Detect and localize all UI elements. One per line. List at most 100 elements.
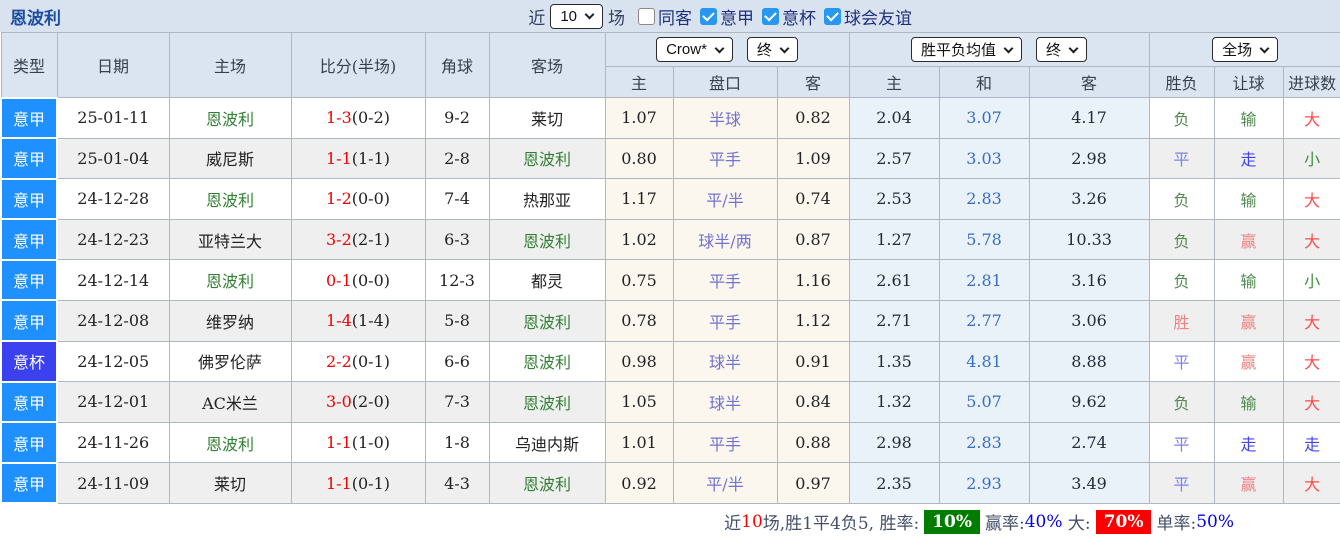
table-row: 意杯 24-12-05 佛罗伦萨 2-2(0-1) 6-6 恩波利 0.98 球半 0.91 1.… (0, 340, 1340, 383)
home-team-cell: 恩波利 (168, 259, 292, 301)
avg-time-select[interactable]: 终 (1036, 37, 1088, 62)
score-halftime: (0-0) (351, 189, 390, 209)
score-halftime: (0-2) (351, 108, 390, 128)
home-team-cell: 恩波利 (168, 421, 292, 464)
matches-label: 场 (608, 8, 625, 29)
checkbox-serie-a[interactable] (700, 7, 717, 25)
avg-source-select[interactable]: 胜平负均值 (911, 37, 1023, 62)
type-cell: 意甲 (0, 218, 58, 261)
result-cell: 平 (1148, 421, 1215, 464)
scope-value: 全场 (1222, 42, 1253, 59)
recent-label: 近 (528, 8, 546, 29)
handicap-result-cell: 赢 (1213, 462, 1284, 504)
summary-segment: 10 (741, 511, 763, 532)
score-halftime: (1-4) (351, 311, 390, 331)
result-cell: 负 (1148, 381, 1215, 423)
filter-controls: 近 10 场 同客 意甲 意杯 球会友谊 (523, 3, 912, 29)
handicap-cell: 平/半 (672, 178, 778, 220)
score-fulltime: 0-1 (325, 270, 352, 290)
odds-time-select[interactable]: 终 (746, 37, 798, 62)
summary-segment: 单率: (1156, 514, 1197, 535)
avg-home-cell: 1.27 (848, 218, 940, 261)
goals-cell: 大 (1282, 381, 1340, 423)
handicap-result-cell: 赢 (1213, 340, 1284, 383)
score-fulltime: 1-1 (325, 433, 352, 453)
summary-segment: 大: (1062, 514, 1091, 535)
subheader-handicap-result: 让球 (1213, 66, 1284, 98)
checkbox-coppa-italia[interactable] (762, 7, 779, 25)
chevron-down-icon (1003, 43, 1014, 53)
score-fulltime: 1-1 (325, 473, 352, 493)
subheader-goals: 进球数 (1282, 66, 1340, 98)
subheader-result: 胜负 (1148, 66, 1215, 98)
avg-home-cell: 1.32 (848, 381, 940, 423)
avg-draw-cell: 3.07 (938, 97, 1030, 139)
score-halftime: (2-1) (351, 230, 390, 250)
header-date: 日期 (56, 32, 170, 98)
odds-away-cell: 1.09 (776, 137, 850, 180)
table-body: 意甲 25-01-11 恩波利 1-3(0-2) 9-2 莱切 1.07 半球 0.82 2.04… (0, 96, 1340, 505)
checkbox-label-serie-a: 意甲 (720, 8, 754, 29)
avg-draw-cell: 2.83 (938, 178, 1030, 220)
odds-source-select[interactable]: Crow* (656, 37, 733, 62)
avg-away-cell: 2.98 (1028, 137, 1150, 180)
goals-cell: 大 (1282, 299, 1340, 342)
summary-bar: 近 10 场,胜1平4负5, 胜率: 10% 赢率: 40% 大: 70% 单率: 50% (0, 504, 1340, 539)
subheader-avg-away: 客 (1028, 66, 1150, 98)
handicap-result-cell: 输 (1213, 381, 1284, 423)
chevron-down-icon (779, 43, 790, 53)
corners-cell: 1-8 (424, 421, 490, 464)
score-fulltime: 2-2 (325, 351, 352, 371)
type-cell: 意甲 (0, 258, 58, 302)
avg-draw-cell: 5.07 (938, 381, 1030, 423)
odds-away-cell: 0.84 (776, 381, 850, 423)
checkbox-same-venue[interactable] (638, 7, 655, 25)
chevron-down-icon (714, 43, 725, 53)
goals-cell: 大 (1282, 97, 1340, 139)
recent-count-select[interactable]: 10 (550, 3, 603, 29)
date-cell: 24-12-14 (56, 259, 170, 301)
date-cell: 24-12-23 (56, 218, 170, 261)
summary-segment: 赢率: (984, 514, 1025, 535)
handicap-result-cell: 赢 (1213, 299, 1284, 342)
score-cell: 3-2(2-1) (290, 218, 426, 261)
odds-home-cell: 0.92 (604, 462, 674, 504)
odds-away-cell: 1.12 (776, 299, 850, 342)
summary-segment: 50% (1196, 511, 1234, 532)
avg-draw-cell: 2.81 (938, 259, 1030, 301)
score-cell: 1-1(0-1) (290, 462, 426, 504)
type-cell: 意甲 (0, 421, 58, 464)
avg-home-cell: 1.35 (848, 340, 940, 383)
avg-away-cell: 3.49 (1028, 462, 1150, 504)
handicap-cell: 平手 (672, 137, 778, 180)
date-cell: 24-12-05 (56, 340, 170, 383)
odds-away-cell: 0.91 (776, 340, 850, 383)
type-cell: 意杯 (0, 340, 58, 383)
odds-home-cell: 0.98 (604, 340, 674, 383)
score-fulltime: 1-2 (325, 189, 352, 209)
score-halftime: (1-0) (351, 433, 390, 453)
odds-home-cell: 0.78 (604, 299, 674, 342)
handicap-result-cell: 走 (1213, 421, 1284, 464)
avg-draw-cell: 4.81 (938, 340, 1030, 383)
table-row: 意甲 24-12-01 AC米兰 3-0(2-0) 7-3 恩波利 1.05 球半 0.84 1.… (0, 380, 1340, 424)
scope-select[interactable]: 全场 (1212, 37, 1279, 62)
table-row: 意甲 25-01-04 威尼斯 1-1(1-1) 2-8 恩波利 0.80 平手 1.09 2.5… (0, 137, 1340, 180)
avg-draw-cell: 2.93 (938, 462, 1030, 504)
corners-cell: 9-2 (424, 97, 490, 139)
checkbox-club-friendly[interactable] (824, 7, 841, 25)
corners-cell: 5-8 (424, 299, 490, 342)
header-type: 类型 (0, 32, 58, 98)
odds-away-cell: 1.16 (776, 259, 850, 301)
header-odds-group: Crow* 终 (604, 32, 850, 67)
score-fulltime: 1-1 (325, 148, 352, 168)
home-team-cell: 威尼斯 (168, 137, 292, 180)
handicap-cell: 球半 (672, 340, 778, 383)
odds-away-cell: 0.88 (776, 421, 850, 464)
result-cell: 负 (1148, 97, 1215, 139)
summary-segment: 40% (1024, 511, 1063, 532)
handicap-result-cell: 赢 (1213, 218, 1284, 261)
avg-home-cell: 2.53 (848, 178, 940, 220)
avg-away-cell: 9.62 (1028, 381, 1150, 423)
score-halftime: (2-0) (351, 392, 390, 412)
